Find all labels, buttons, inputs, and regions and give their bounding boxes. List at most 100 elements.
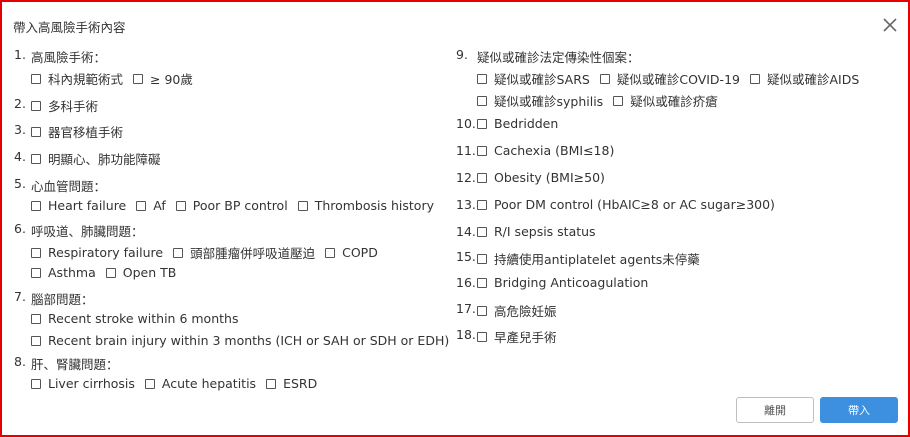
checkbox[interactable]: [105, 267, 116, 278]
checkbox[interactable]: [31, 73, 41, 84]
checkbox[interactable]: [477, 305, 487, 316]
checkbox-option[interactable]: Bridging Anticoagulation: [477, 275, 648, 290]
checkbox[interactable]: [477, 172, 487, 183]
checkbox-label: Asthma: [48, 265, 96, 280]
checkbox-option[interactable]: Open TB: [105, 265, 176, 280]
item-title: 高風險手術：: [31, 50, 107, 65]
item-number: 15.: [456, 249, 476, 264]
checkbox-option[interactable]: Bedridden: [477, 116, 558, 131]
checkbox[interactable]: [31, 126, 41, 137]
checkbox-label: Cachexia (BMI≤18): [494, 143, 615, 158]
checkbox-label: 器官移植手術: [48, 125, 124, 140]
checkbox[interactable]: [31, 100, 41, 111]
checkbox-option[interactable]: Acute hepatitis: [144, 376, 257, 391]
checkbox[interactable]: [31, 378, 41, 389]
item-title: 疑似或確診法定傳染性個案：: [477, 50, 640, 65]
checkbox-option[interactable]: 疑似或確診疥瘡: [613, 91, 718, 110]
checkbox[interactable]: [136, 200, 147, 211]
checkbox[interactable]: [31, 335, 41, 346]
close-icon[interactable]: [879, 14, 901, 36]
item-number: 3.: [14, 122, 26, 137]
checkbox[interactable]: [477, 95, 487, 106]
option-row: Poor DM control (HbAIC≥8 or AC sugar≥300…: [477, 197, 785, 212]
checkbox-option[interactable]: Heart failure: [31, 198, 126, 213]
checkbox[interactable]: [297, 200, 308, 211]
checkbox[interactable]: [173, 247, 184, 258]
option-row: R/I sepsis status: [477, 224, 606, 239]
checkbox[interactable]: [144, 378, 155, 389]
checkbox[interactable]: [599, 73, 610, 84]
checkbox-option[interactable]: Respiratory failure: [31, 245, 163, 260]
checkbox-option[interactable]: Liver cirrhosis: [31, 376, 135, 391]
checkbox-option[interactable]: ESRD: [266, 376, 317, 391]
checkbox-option[interactable]: Recent brain injury within 3 months (ICH…: [31, 333, 449, 348]
checkbox-label: Af: [153, 198, 166, 213]
checkbox-label: Obesity (BMI≥50): [494, 170, 605, 185]
checkbox-option[interactable]: 疑似或確診COVID-19: [599, 69, 740, 88]
checkbox-option[interactable]: 疑似或確診AIDS: [749, 69, 859, 88]
checkbox-option[interactable]: COPD: [325, 245, 378, 260]
checkbox[interactable]: [266, 378, 277, 389]
checkbox-label: 疑似或確診疥瘡: [630, 94, 718, 109]
checkbox-label: 疑似或確診SARS: [494, 72, 590, 87]
apply-button[interactable]: 帶入: [820, 397, 898, 423]
checkbox-option[interactable]: Poor DM control (HbAIC≥8 or AC sugar≥300…: [477, 197, 775, 212]
option-row: Respiratory failure 頭部腫瘤併呼吸道壓迫 COPD: [31, 243, 388, 262]
item-number: 8.: [14, 354, 26, 369]
item-number: 9.: [456, 47, 468, 62]
checkbox[interactable]: [477, 253, 487, 264]
item-number: 11.: [456, 143, 476, 158]
option-row: Obesity (BMI≥50): [477, 170, 615, 185]
checkbox-label: Acute hepatitis: [161, 376, 257, 391]
checkbox-option[interactable]: Poor BP control: [175, 198, 288, 213]
checkbox-option[interactable]: 疑似或確診SARS: [477, 69, 590, 88]
item-number: 7.: [14, 289, 26, 304]
checkbox[interactable]: [477, 226, 487, 237]
checkbox[interactable]: [477, 145, 487, 156]
checkbox[interactable]: [31, 247, 41, 258]
checkbox[interactable]: [749, 73, 760, 84]
checkbox-option[interactable]: 頭部腫瘤併呼吸道壓迫: [173, 243, 315, 262]
checkbox-label: Heart failure: [48, 198, 127, 213]
checkbox-option[interactable]: Thrombosis history: [297, 198, 434, 213]
checkbox-option[interactable]: ≥ 90歲: [133, 69, 193, 88]
checkbox-option[interactable]: 早產兒手術: [477, 327, 557, 346]
checkbox[interactable]: [31, 267, 41, 278]
checkbox-option[interactable]: Af: [136, 198, 166, 213]
checkbox-option[interactable]: 明顯心、肺功能障礙: [31, 149, 161, 168]
checkbox[interactable]: [477, 277, 487, 288]
checkbox[interactable]: [477, 118, 487, 129]
checkbox[interactable]: [133, 73, 144, 84]
checkbox[interactable]: [31, 313, 41, 324]
checkbox-option[interactable]: Obesity (BMI≥50): [477, 170, 605, 185]
checkbox-label: 科內規範術式: [48, 72, 124, 87]
checkbox-option[interactable]: 疑似或確診syphilis: [477, 91, 603, 110]
checkbox[interactable]: [175, 200, 186, 211]
item-number: 1.: [14, 47, 26, 62]
checkbox-option[interactable]: R/I sepsis status: [477, 224, 596, 239]
checkbox-option[interactable]: 科內規範術式: [31, 69, 123, 88]
checkbox[interactable]: [31, 153, 41, 164]
checkbox-option[interactable]: Cachexia (BMI≤18): [477, 143, 614, 158]
item-title: 肝、腎臟問題：: [31, 357, 119, 372]
item-number: 5.: [14, 176, 26, 191]
checkbox[interactable]: [477, 331, 487, 342]
item-number: 14.: [456, 224, 476, 239]
checkbox[interactable]: [31, 200, 41, 211]
checkbox-label: Recent stroke within 6 months: [48, 311, 239, 326]
checkbox-option[interactable]: 高危險妊娠: [477, 301, 557, 320]
checkbox[interactable]: [477, 199, 487, 210]
option-row: Cachexia (BMI≤18): [477, 143, 624, 158]
option-row: 科內規範術式 ≥ 90歲: [31, 69, 203, 88]
checkbox-option[interactable]: Recent stroke within 6 months: [31, 311, 238, 326]
option-row: Bridging Anticoagulation: [477, 275, 658, 290]
checkbox-option[interactable]: 持續使用antiplatelet agents未停藥: [477, 249, 700, 268]
checkbox-option[interactable]: Asthma: [31, 265, 96, 280]
checkbox-option[interactable]: 多科手術: [31, 96, 98, 115]
checkbox[interactable]: [325, 247, 336, 258]
option-row: 高危險妊娠: [477, 301, 567, 320]
checkbox-option[interactable]: 器官移植手術: [31, 122, 123, 141]
checkbox[interactable]: [613, 95, 624, 106]
cancel-button[interactable]: 離開: [736, 397, 814, 423]
checkbox[interactable]: [477, 73, 487, 84]
